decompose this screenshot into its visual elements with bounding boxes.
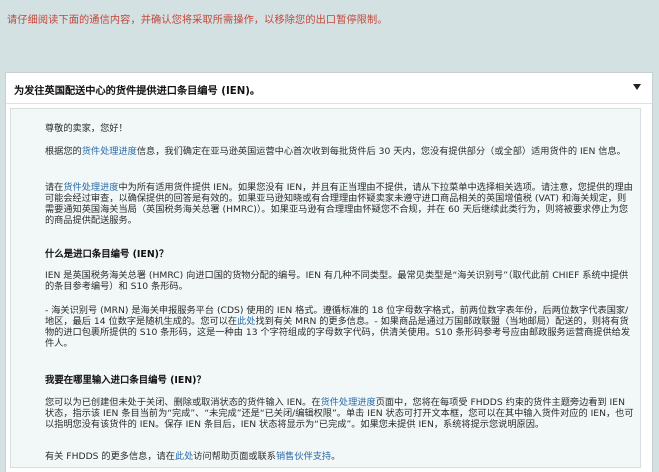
paragraph-3: IEN 是英国税务海关总署 (HMRC) 向进口国的货物分配的编号。IEN 有几…: [45, 270, 629, 292]
panel-title: 为发往英国配送中心的货件提供进口条目编号 (IEN)。: [14, 86, 261, 97]
seller-support-link[interactable]: 销售伙伴支持: [276, 451, 331, 462]
greeting: 尊敬的卖家，您好！: [45, 123, 128, 134]
mrn-info-link[interactable]: 此处: [237, 316, 255, 327]
panel-header[interactable]: 为发往英国配送中心的货件提供进口条目编号 (IEN)。: [6, 73, 652, 104]
paragraph-2: 请在货件处理进度中为所有适用货件提供 IEN。如果您没有 IEN，并且有正当理由…: [45, 182, 633, 226]
paragraph-5: 您可以为已创建但未处于关闭、删除或取消状态的货件输入 IEN。在货件处理进度页面…: [45, 397, 634, 430]
notice-content-box: 尊敬的卖家，您好！ 根据您的货件处理进度信息，我们确定在亚马逊英国运营中心首次收…: [10, 108, 641, 468]
paragraph-1: 根据您的货件处理进度信息，我们确定在亚马逊英国运营中心首次收到每批货件后 30 …: [45, 146, 626, 157]
warning-banner: 请仔细阅读下面的通信内容，并确认您将采取所需操作，以移除您的出口暂停限制。: [0, 0, 659, 62]
ien-notice-panel: 为发往英国配送中心的货件提供进口条目编号 (IEN)。 尊敬的卖家，您好！ 根据…: [5, 72, 653, 472]
shipment-progress-link[interactable]: 货件处理进度: [82, 146, 137, 157]
triangle-down-icon[interactable]: [633, 84, 641, 90]
paragraph-4: - 海关识别号 (MRN) 是海关申报服务平台 (CDS) 使用的 IEN 格式…: [45, 305, 631, 349]
paragraph-6: 有关 FHDDS 的更多信息，请在此处访问帮助页面或联系销售伙伴支持。: [45, 451, 341, 462]
shipment-progress-link-2[interactable]: 货件处理进度: [63, 182, 118, 193]
section-heading-what-is-ien: 什么是进口条目编号 (IEN)？: [45, 249, 169, 260]
shipment-progress-link-3[interactable]: 货件处理进度: [321, 397, 376, 408]
section-heading-where-to-enter: 我要在哪里输入进口条目编号 (IEN)？: [45, 375, 206, 386]
help-page-link[interactable]: 此处: [175, 451, 193, 462]
warning-text: 请仔细阅读下面的通信内容，并确认您将采取所需操作，以移除您的出口暂停限制。: [7, 15, 388, 26]
